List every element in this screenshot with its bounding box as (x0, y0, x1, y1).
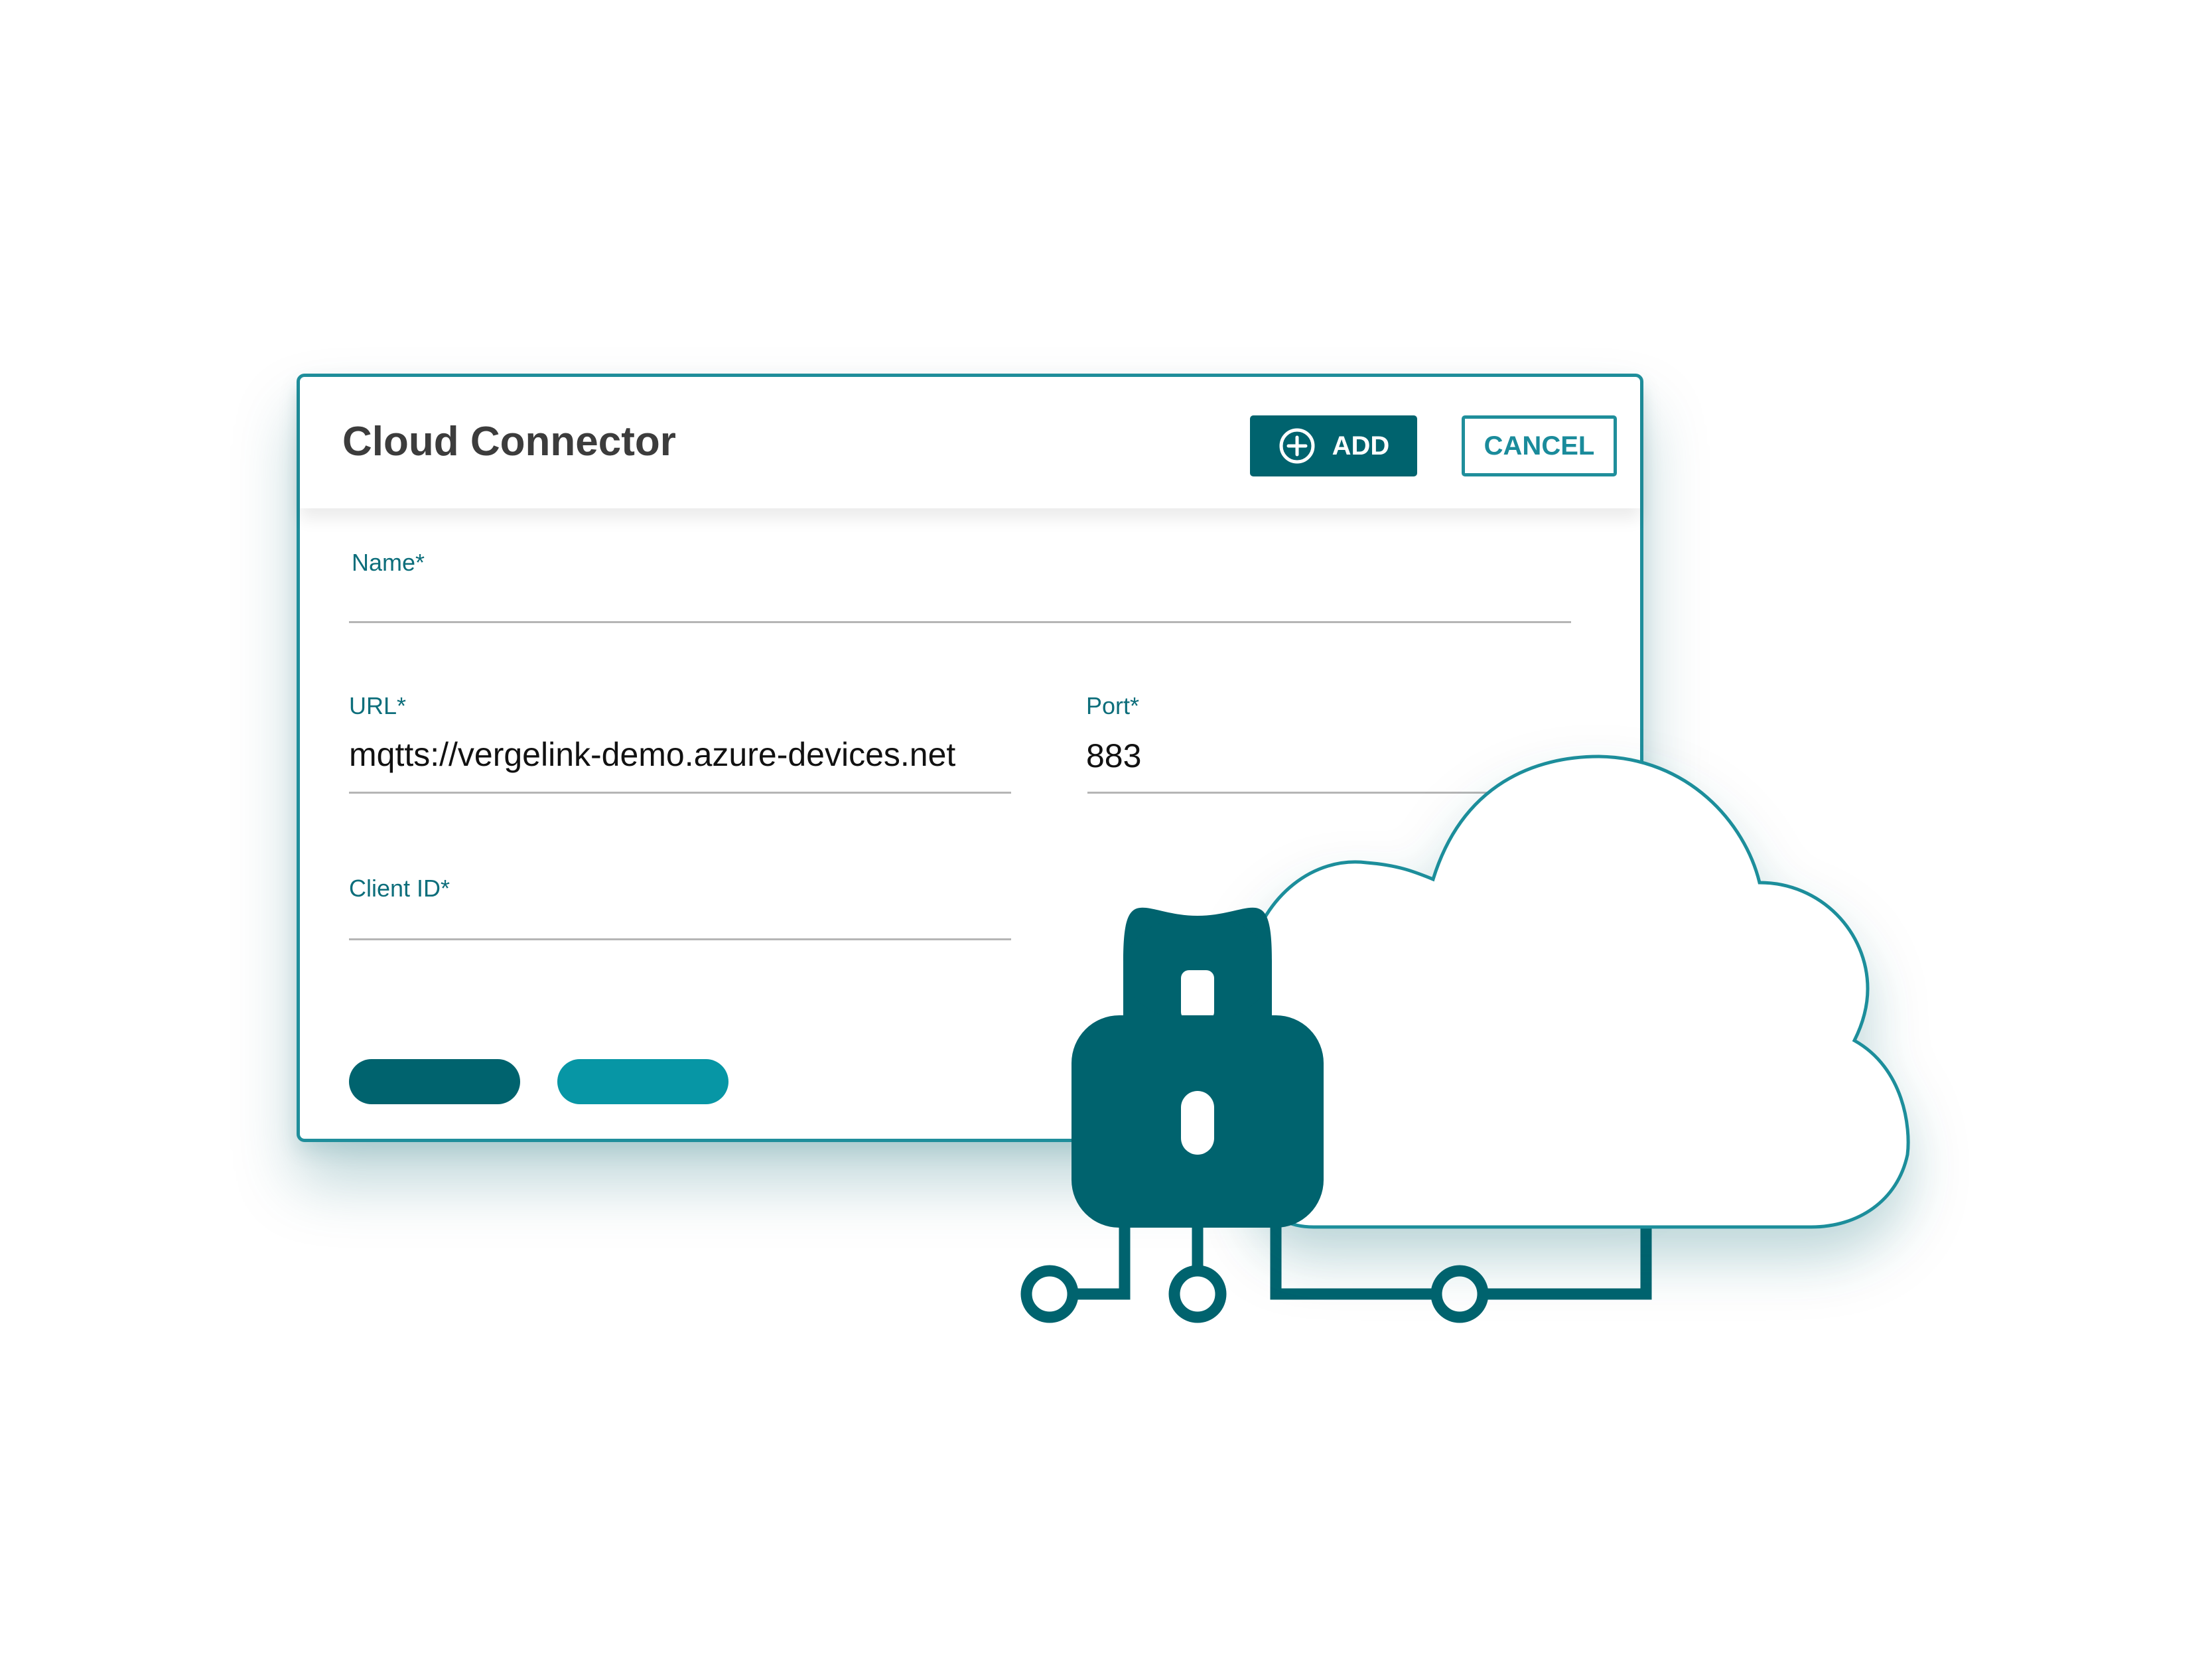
circuit-icon (1020, 1214, 1652, 1323)
cloud-icon (1247, 755, 1910, 1229)
security-cloud-illustration (1020, 755, 1910, 1323)
